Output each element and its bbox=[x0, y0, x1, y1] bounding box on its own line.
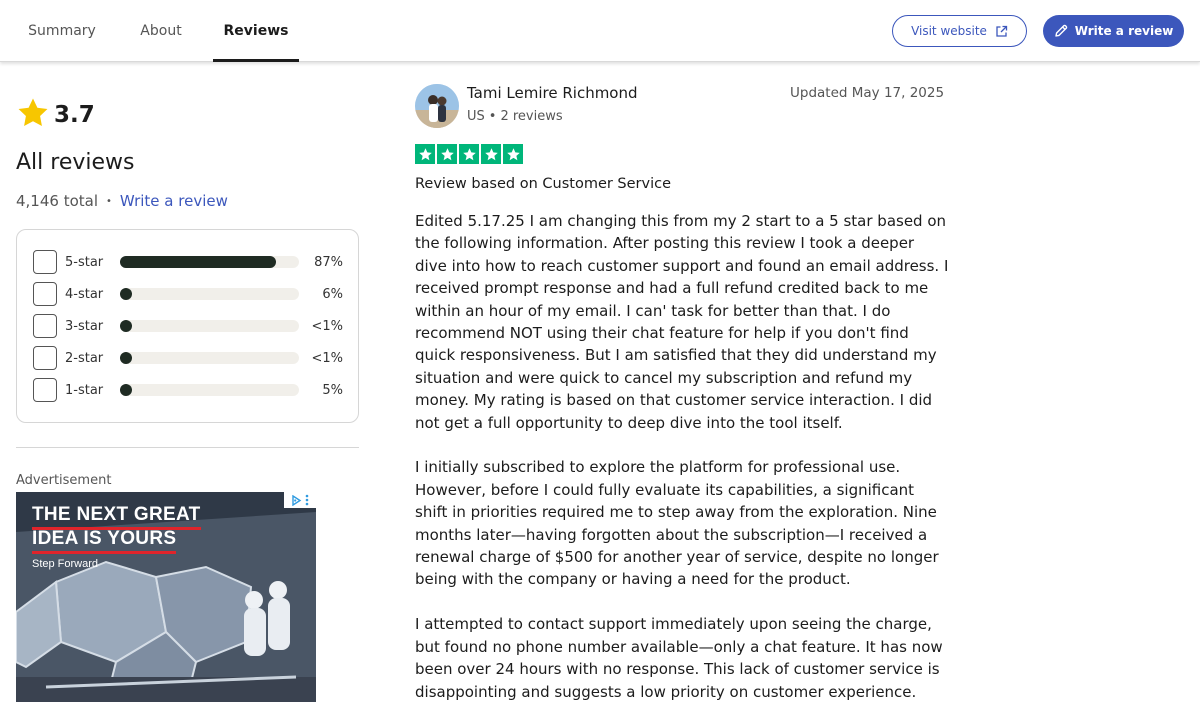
distribution-bar-fill bbox=[120, 288, 132, 300]
distribution-bar-track bbox=[120, 352, 299, 364]
distribution-label: 2-star bbox=[65, 350, 104, 366]
avatar[interactable] bbox=[415, 84, 459, 128]
distribution-bar-track bbox=[120, 256, 299, 268]
overall-rating: 3.7 bbox=[16, 96, 95, 134]
divider bbox=[16, 447, 359, 448]
write-review-link[interactable]: Write a review bbox=[120, 192, 228, 210]
distribution-bar-track bbox=[120, 384, 299, 396]
filter-checkbox-3-star[interactable] bbox=[33, 314, 57, 338]
distribution-percent: <1% bbox=[311, 318, 343, 334]
distribution-bar-fill bbox=[120, 384, 132, 396]
star-icon bbox=[16, 96, 50, 134]
distribution-row-4-star[interactable]: 4-star 6% bbox=[33, 282, 345, 306]
advertisement-label: Advertisement bbox=[16, 473, 112, 488]
distribution-bar-track bbox=[120, 288, 299, 300]
ad-headline-line-1: THE NEXT GREAT bbox=[32, 504, 201, 530]
review-title: Review based on Customer Service bbox=[415, 176, 672, 192]
review-star-rating bbox=[415, 144, 523, 164]
review-paragraph: I initially subscribed to explore the pl… bbox=[415, 458, 939, 589]
reviewer-review-count: 2 reviews bbox=[500, 109, 563, 124]
separator-dot: • bbox=[488, 109, 497, 124]
distribution-row-1-star[interactable]: 1-star 5% bbox=[33, 378, 345, 402]
star-icon bbox=[415, 144, 435, 164]
distribution-label: 4-star bbox=[65, 286, 104, 302]
filter-checkbox-1-star[interactable] bbox=[33, 378, 57, 402]
advertisement-banner[interactable]: THE NEXT GREAT IDEA IS YOURS Step Forwar… bbox=[16, 492, 316, 702]
rating-value: 3.7 bbox=[54, 102, 95, 128]
tab-about[interactable]: About bbox=[124, 0, 198, 62]
distribution-bar-fill bbox=[120, 256, 276, 268]
distribution-label: 3-star bbox=[65, 318, 104, 334]
review-paragraph: I attempted to contact support immediate… bbox=[415, 615, 943, 701]
filter-checkbox-5-star[interactable] bbox=[33, 250, 57, 274]
star-icon bbox=[503, 144, 523, 164]
write-review-button[interactable]: Write a review bbox=[1043, 15, 1184, 47]
star-icon bbox=[459, 144, 479, 164]
filter-checkbox-4-star[interactable] bbox=[33, 282, 57, 306]
external-link-icon bbox=[995, 25, 1008, 38]
distribution-percent: 87% bbox=[314, 254, 343, 270]
visit-website-button[interactable]: Visit website bbox=[892, 15, 1027, 47]
distribution-bar-fill bbox=[120, 320, 132, 332]
visit-website-label: Visit website bbox=[911, 24, 987, 38]
reviewer-name[interactable]: Tami Lemire Richmond bbox=[467, 84, 638, 102]
tab-summary[interactable]: Summary bbox=[16, 0, 108, 62]
tab-reviews[interactable]: Reviews bbox=[213, 0, 299, 62]
distribution-label: 5-star bbox=[65, 254, 104, 270]
write-review-label: Write a review bbox=[1074, 24, 1174, 38]
reviewer-country: US bbox=[467, 109, 485, 124]
ad-choices-badge[interactable] bbox=[284, 492, 316, 508]
distribution-percent: 6% bbox=[322, 286, 343, 302]
top-navigation: Summary About Reviews Visit website Writ… bbox=[0, 0, 1200, 62]
distribution-row-3-star[interactable]: 3-star <1% bbox=[33, 314, 345, 338]
ad-menu-icon bbox=[305, 492, 309, 510]
ad-tagline: Step Forward bbox=[32, 558, 99, 570]
review-body: Edited 5.17.25 I am changing this from m… bbox=[415, 210, 950, 725]
distribution-row-5-star[interactable]: 5-star 87% bbox=[33, 250, 345, 274]
star-icon bbox=[437, 144, 457, 164]
distribution-bar-track bbox=[120, 320, 299, 332]
star-icon bbox=[481, 144, 501, 164]
distribution-percent: 5% bbox=[322, 382, 343, 398]
reviews-total: 4,146 total bbox=[16, 192, 99, 210]
separator-dot: • bbox=[106, 195, 112, 207]
distribution-bar-fill bbox=[120, 352, 132, 364]
distribution-row-2-star[interactable]: 2-star <1% bbox=[33, 346, 345, 370]
filter-checkbox-2-star[interactable] bbox=[33, 346, 57, 370]
distribution-percent: <1% bbox=[311, 350, 343, 366]
review-paragraph: Edited 5.17.25 I am changing this from m… bbox=[415, 212, 949, 432]
review-date: Updated May 17, 2025 bbox=[790, 85, 945, 101]
distribution-label: 1-star bbox=[65, 382, 104, 398]
ad-headline-line-2: IDEA IS YOURS bbox=[32, 528, 177, 554]
all-reviews-heading: All reviews bbox=[16, 150, 135, 175]
pencil-icon bbox=[1054, 24, 1068, 38]
reviews-total-line: 4,146 total • Write a review bbox=[16, 192, 228, 210]
rating-distribution: 5-star 87% 4-star 6% 3-star <1% 2-star <… bbox=[16, 229, 359, 423]
ad-choices-icon bbox=[291, 492, 302, 510]
reviewer-meta: US • 2 reviews bbox=[467, 109, 563, 124]
